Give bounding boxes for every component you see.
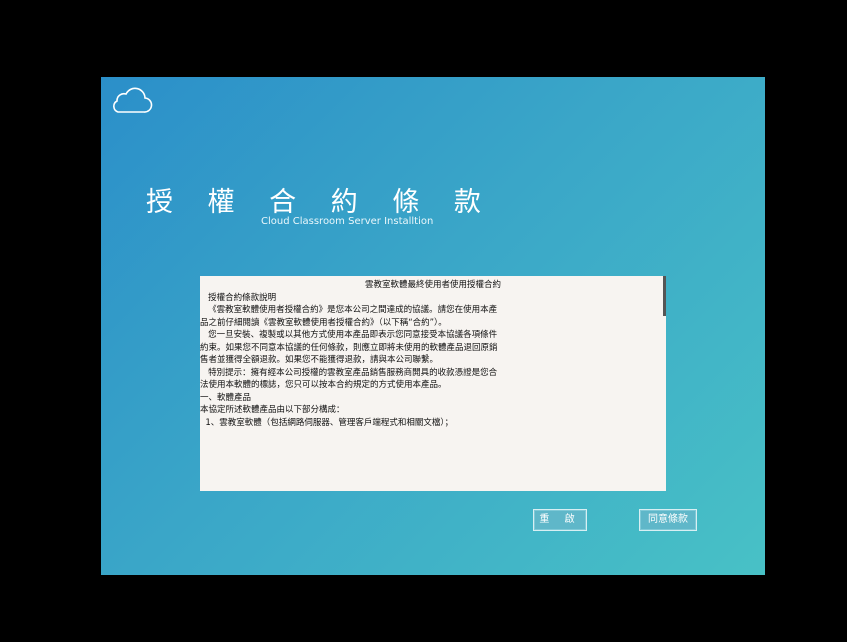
license-line: 授權合約條款說明 bbox=[200, 292, 277, 303]
license-line: 1、雲教室軟體（包括網路伺服器、管理客戶端程式和相關文檔）； bbox=[200, 417, 454, 428]
license-line: 本協定所述軟體產品由以下部分構成： bbox=[200, 405, 345, 415]
agree-terms-button[interactable]: 同意條款 bbox=[639, 509, 697, 531]
license-line: 售者並獲得全額退款。如果您不能獲得退款，請與本公司聯繫。 bbox=[200, 355, 439, 365]
installer-panel: 授 權 合 約 條 款 Cloud Classroom Server Insta… bbox=[101, 77, 765, 575]
page-title: 授 權 合 約 條 款 bbox=[146, 187, 494, 218]
license-line: 特別提示：擁有經本公司授權的雲教室產品銷售服務商開具的收款憑證是您合 bbox=[200, 367, 498, 378]
license-line: 品之前仔細閱讀《雲教室軟體使用者授權合約》（以下稱“合約”）。 bbox=[200, 317, 447, 328]
license-line: 法使用本軟體的標誌，您只可以按本合約規定的方式使用本產品。 bbox=[200, 380, 447, 390]
license-header: 雲教室軟體最終使用者使用授權合約 bbox=[364, 280, 501, 290]
license-line: 一、軟體產品 bbox=[200, 392, 252, 403]
scrollbar[interactable] bbox=[663, 276, 666, 316]
cloud-icon bbox=[113, 87, 153, 113]
license-text-area[interactable]: 雲教室軟體最終使用者使用授權合約 授權合約條款說明 《雲教室軟體使用者授權合約》… bbox=[200, 276, 666, 491]
license-line: 約束。如果您不同意本協議的任何條款，則應立即將未使用的軟體產品退回原銷 bbox=[200, 342, 498, 353]
reset-button[interactable]: 重 啟 bbox=[533, 509, 587, 531]
license-line: 您一旦安裝、複製或以其他方式使用本產品即表示您同意接受本協議各項條件 bbox=[200, 330, 498, 340]
page-subtitle: Cloud Classroom Server Installtion bbox=[261, 216, 434, 227]
license-line: 《雲教室軟體使用者授權合約》是您本公司之間達成的協議。請您在使用本產 bbox=[200, 305, 498, 315]
